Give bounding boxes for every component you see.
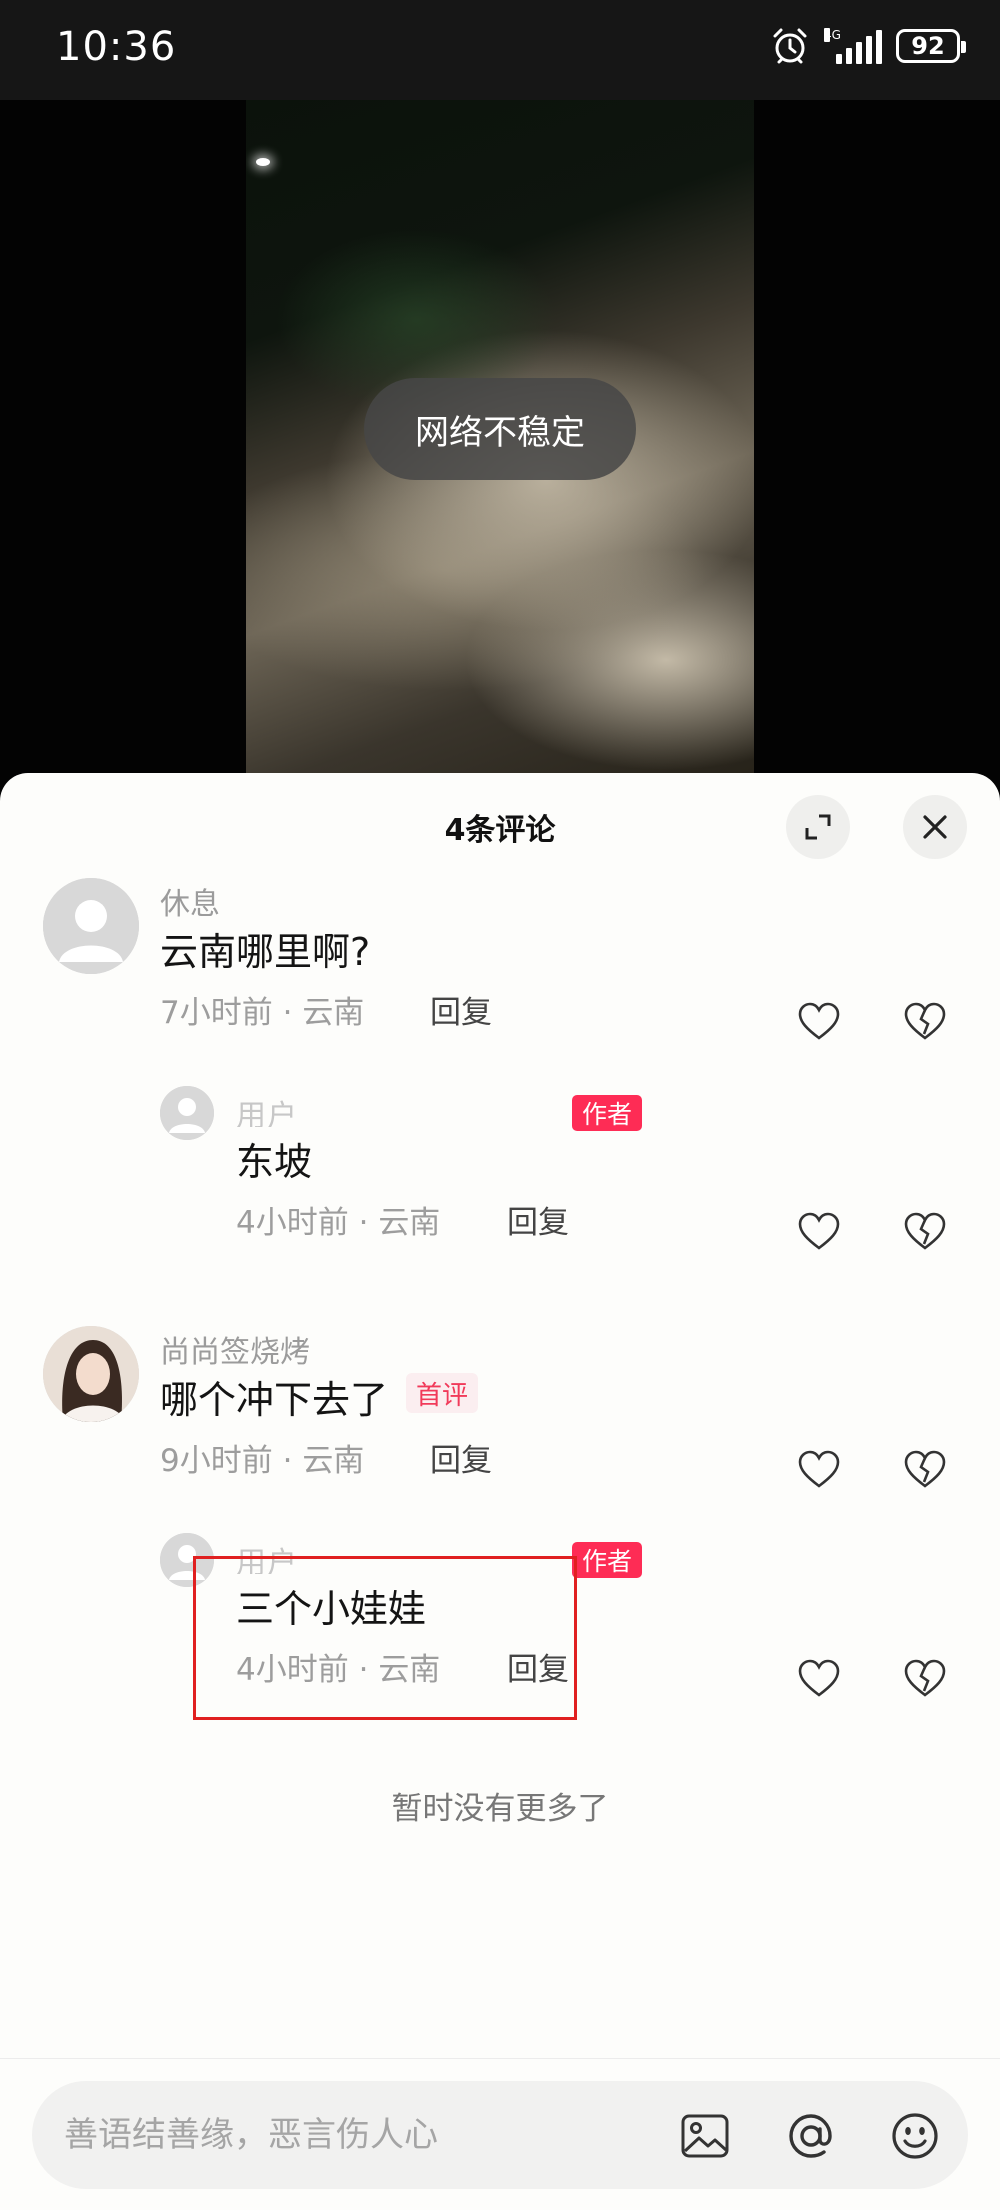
dislike-icon[interactable] [903, 1658, 947, 1698]
video-player[interactable]: 网络不稳定 [0, 100, 1000, 780]
expand-icon [805, 814, 831, 840]
network-type: 4G [824, 28, 841, 42]
meta-separator: · [282, 1443, 303, 1479]
screen: 10:36 4G 92 网络不稳定 4条评论 休息 云南哪里啊? 7小时前 · … [0, 0, 1000, 2210]
comment-time: 7小时前 [160, 995, 273, 1031]
author-badge: 作者 [572, 1095, 643, 1131]
expand-button[interactable] [786, 795, 850, 859]
comment-location: 云南 [302, 1443, 365, 1479]
author-badge: 作者 [572, 1542, 643, 1578]
dislike-icon[interactable] [903, 1449, 947, 1489]
reply-time: 4小时前 [236, 1205, 349, 1241]
network-toast: 网络不稳定 [364, 378, 636, 480]
comment-meta: 7小时前 · 云南 [160, 987, 364, 1032]
reply-username[interactable]: 用户99546801309758 [236, 1097, 566, 1127]
signal-icon: 4G [824, 28, 882, 64]
dislike-icon[interactable] [903, 1211, 947, 1251]
user-photo-avatar [43, 1326, 139, 1422]
close-icon [923, 815, 947, 839]
emoji-icon[interactable] [888, 2109, 942, 2163]
comment-time: 9小时前 [160, 1443, 273, 1479]
avatar[interactable] [43, 878, 139, 974]
comment-username[interactable]: 休息 [160, 879, 220, 923]
comments-sheet: 4条评论 休息 云南哪里啊? 7小时前 · 云南 回复 用户 作者 东坡 4小时… [0, 773, 1000, 2210]
default-avatar-icon [160, 1086, 214, 1140]
comment-input[interactable] [64, 2081, 664, 2189]
default-avatar-icon [43, 878, 139, 974]
sheet-title: 4条评论 [444, 813, 556, 848]
image-icon[interactable] [678, 2109, 732, 2163]
reply-text[interactable]: 东坡 [236, 1131, 312, 1186]
reply-avatar[interactable] [160, 1086, 214, 1140]
video-light-spot [256, 158, 270, 166]
mention-icon[interactable] [784, 2109, 838, 2163]
reply-button[interactable]: 回复 [430, 1435, 492, 1480]
close-button[interactable] [903, 795, 967, 859]
first-comment-badge: 首评 [406, 1373, 479, 1413]
no-more-text: 暂时没有更多了 [391, 1791, 609, 1827]
heart-icon[interactable] [797, 1211, 841, 1251]
reply-meta: 4小时前 · 云南 [236, 1197, 440, 1242]
comment-location: 云南 [302, 995, 365, 1031]
reply-location: 云南 [378, 1205, 441, 1241]
meta-separator: · [358, 1205, 379, 1241]
reply-button[interactable]: 回复 [507, 1197, 569, 1242]
status-icons: 4G 92 [770, 26, 966, 66]
comment-text[interactable]: 云南哪里啊? [160, 921, 370, 976]
battery-icon: 92 [896, 29, 966, 63]
comment-input-bar [0, 2058, 1000, 2210]
meta-separator: · [282, 995, 303, 1031]
avatar[interactable] [43, 1326, 139, 1422]
status-bar: 10:36 4G 92 [0, 0, 1000, 100]
comment-username[interactable]: 尚尚签烧烤 [160, 1327, 310, 1371]
reply-button[interactable]: 回复 [430, 987, 492, 1032]
alarm-icon [773, 28, 807, 64]
heart-icon[interactable] [797, 1001, 841, 1041]
comment-text[interactable]: 哪个冲下去了 [160, 1369, 388, 1424]
comment-meta: 9小时前 · 云南 [160, 1435, 364, 1480]
comment-input-container[interactable] [32, 2081, 968, 2189]
status-time: 10:36 [56, 24, 177, 70]
dislike-icon[interactable] [903, 1001, 947, 1041]
highlight-box [193, 1556, 577, 1720]
heart-icon[interactable] [797, 1658, 841, 1698]
battery-level: 92 [911, 32, 945, 60]
heart-icon[interactable] [797, 1449, 841, 1489]
